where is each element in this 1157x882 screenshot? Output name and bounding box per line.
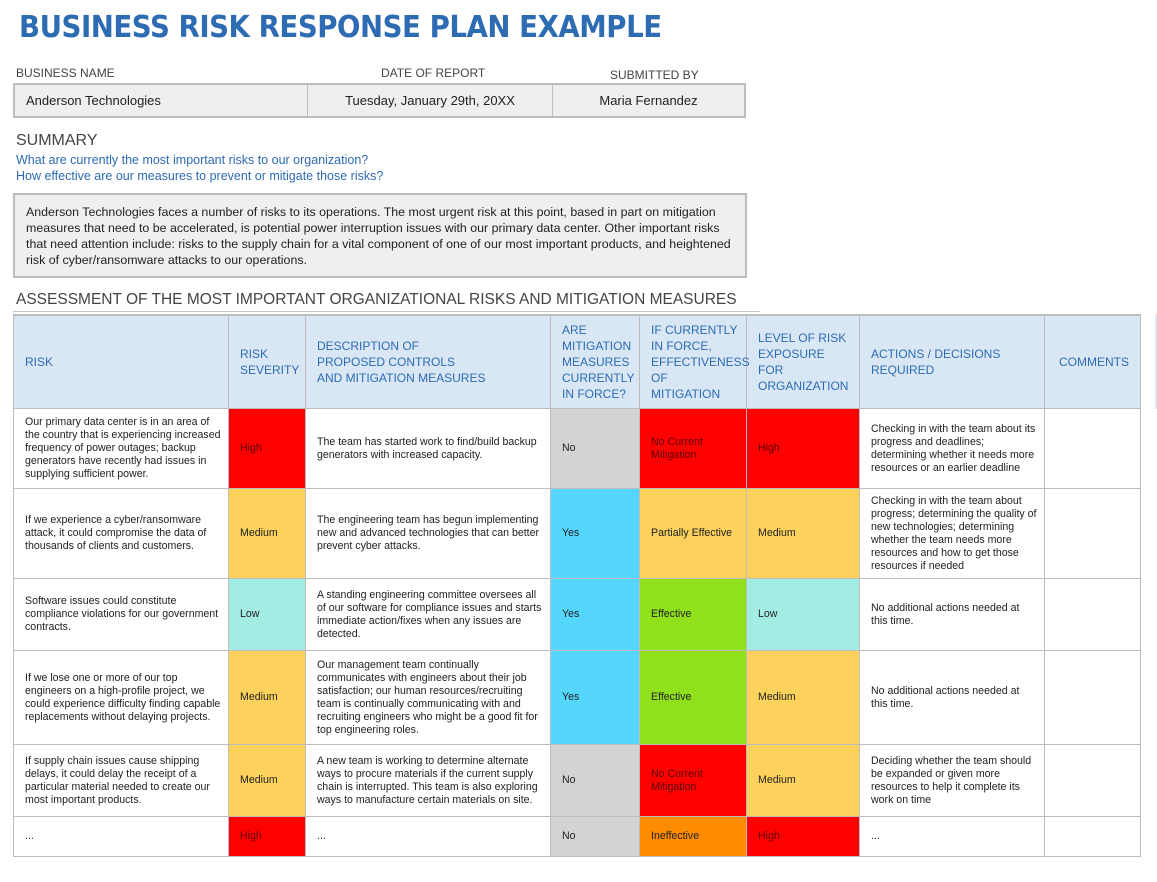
risk-severity-cell[interactable]: High [228, 408, 306, 489]
header-col-risk-severity: RISK SEVERITY [228, 314, 306, 409]
summary-heading: SUMMARY [16, 132, 98, 149]
mitigation-description-cell[interactable]: A new team is working to determine alter… [305, 744, 551, 817]
header-col-effectiveness: IF CURRENTLY IN FORCE, EFFECTIVENESS OF … [639, 314, 750, 409]
effectiveness-cell[interactable]: Effective [639, 650, 747, 745]
page-title: BUSINESS RISK RESPONSE PLAN EXAMPLE [19, 10, 662, 45]
risk-cell[interactable]: Software issues could constitute complia… [13, 578, 229, 651]
comments-cell[interactable] [1044, 408, 1141, 489]
exposure-level-cell[interactable]: Medium [746, 744, 860, 817]
risk-cell[interactable]: ... [13, 816, 229, 857]
comments-cell[interactable] [1044, 650, 1141, 745]
effectiveness-cell[interactable]: Ineffective [639, 816, 747, 857]
assessment-heading: ASSESSMENT OF THE MOST IMPORTANT ORGANIZ… [16, 291, 737, 308]
effectiveness-cell[interactable]: No Current Mitigation [639, 744, 747, 817]
effectiveness-cell[interactable]: Partially Effective [639, 488, 747, 579]
header-col-risk: RISK [13, 314, 229, 409]
table-row: Software issues could constitute complia… [13, 578, 1141, 651]
in-force-cell[interactable]: No [550, 816, 640, 857]
in-force-cell[interactable]: No [550, 408, 640, 489]
risk-cell[interactable]: If supply chain issues cause shipping de… [13, 744, 229, 817]
in-force-cell[interactable]: Yes [550, 578, 640, 651]
actions-cell[interactable]: Checking in with the team about progress… [859, 488, 1045, 579]
summary-question-2: How effective are our measures to preven… [16, 169, 384, 183]
actions-cell[interactable]: Checking in with the team about its prog… [859, 408, 1045, 489]
header-col-in-force: ARE MITIGATION MEASURES CURRENTLY IN FOR… [550, 314, 640, 409]
header-col-actions: ACTIONS / DECISIONS REQUIRED [859, 314, 1045, 409]
risk-cell[interactable]: If we experience a cyber/ransomware atta… [13, 488, 229, 579]
risk-severity-cell[interactable]: Medium [228, 488, 306, 579]
date-of-report-label: DATE OF REPORT [381, 66, 486, 80]
comments-cell[interactable] [1044, 744, 1141, 817]
actions-cell[interactable]: No additional actions needed at this tim… [859, 650, 1045, 745]
submitted-by-label: SUBMITTED BY [610, 68, 699, 82]
actions-cell[interactable]: No additional actions needed at this tim… [859, 578, 1045, 651]
assessment-heading-divider [13, 311, 760, 312]
header-col-comments: COMMENTS [1044, 314, 1141, 409]
in-force-cell[interactable]: No [550, 744, 640, 817]
table-row: If supply chain issues cause shipping de… [13, 744, 1141, 817]
table-header-row: RISK RISK SEVERITY DESCRIPTION OF PROPOSED… [13, 314, 1141, 409]
actions-cell[interactable]: Deciding whether the team should be expa… [859, 744, 1045, 817]
risk-assessment-table: RISK RISK SEVERITY DESCRIPTION OF PROPOSED… [13, 314, 1141, 857]
exposure-level-cell[interactable]: High [746, 408, 860, 489]
submitted-by-field[interactable]: Maria Fernandez [552, 85, 744, 116]
in-force-cell[interactable]: Yes [550, 488, 640, 579]
actions-cell[interactable]: ... [859, 816, 1045, 857]
business-name-field[interactable]: Anderson Technologies [15, 85, 307, 116]
risk-cell[interactable]: Our primary data center is in an area of… [13, 408, 229, 489]
exposure-level-cell[interactable]: Medium [746, 488, 860, 579]
risk-severity-cell[interactable]: High [228, 816, 306, 857]
exposure-level-cell[interactable]: Medium [746, 650, 860, 745]
mitigation-description-cell[interactable]: A standing engineering committee oversee… [305, 578, 551, 651]
exposure-level-cell[interactable]: Low [746, 578, 860, 651]
risk-severity-cell[interactable]: Medium [228, 650, 306, 745]
mitigation-description-cell[interactable]: The team has started work to find/build … [305, 408, 551, 489]
table-row: Our primary data center is in an area of… [13, 408, 1141, 489]
comments-cell[interactable] [1044, 578, 1141, 651]
risk-cell[interactable]: If we lose one or more of our top engine… [13, 650, 229, 745]
mitigation-description-cell[interactable]: The engineering team has begun implement… [305, 488, 551, 579]
risk-severity-cell[interactable]: Low [228, 578, 306, 651]
report-info-box: Anderson Technologies Tuesday, January 2… [13, 83, 746, 118]
table-body: Our primary data center is in an area of… [13, 408, 1141, 857]
header-col-exposure: LEVEL OF RISK EXPOSURE FOR ORGANIZATION [746, 314, 860, 409]
exposure-level-cell[interactable]: High [746, 816, 860, 857]
effectiveness-cell[interactable]: No Current Mitigation [639, 408, 747, 489]
risk-severity-cell[interactable]: Medium [228, 744, 306, 817]
date-of-report-field[interactable]: Tuesday, January 29th, 20XX [307, 85, 552, 116]
table-row: If we experience a cyber/ransomware atta… [13, 488, 1141, 579]
table-row: If we lose one or more of our top engine… [13, 650, 1141, 745]
business-name-label: BUSINESS NAME [16, 66, 115, 80]
in-force-cell[interactable]: Yes [550, 650, 640, 745]
comments-cell[interactable] [1044, 816, 1141, 857]
mitigation-description-cell[interactable]: Our management team continually communic… [305, 650, 551, 745]
comments-cell[interactable] [1044, 488, 1141, 579]
summary-question-1: What are currently the most important ri… [16, 153, 369, 167]
mitigation-description-cell[interactable]: ... [305, 816, 551, 857]
summary-text-box[interactable]: Anderson Technologies faces a number of … [13, 193, 747, 278]
table-row: ... High... No Ineffective High... [13, 816, 1141, 857]
effectiveness-cell[interactable]: Effective [639, 578, 747, 651]
header-col-description: DESCRIPTION OF PROPOSED CONTROLS AND MIT… [305, 314, 551, 409]
